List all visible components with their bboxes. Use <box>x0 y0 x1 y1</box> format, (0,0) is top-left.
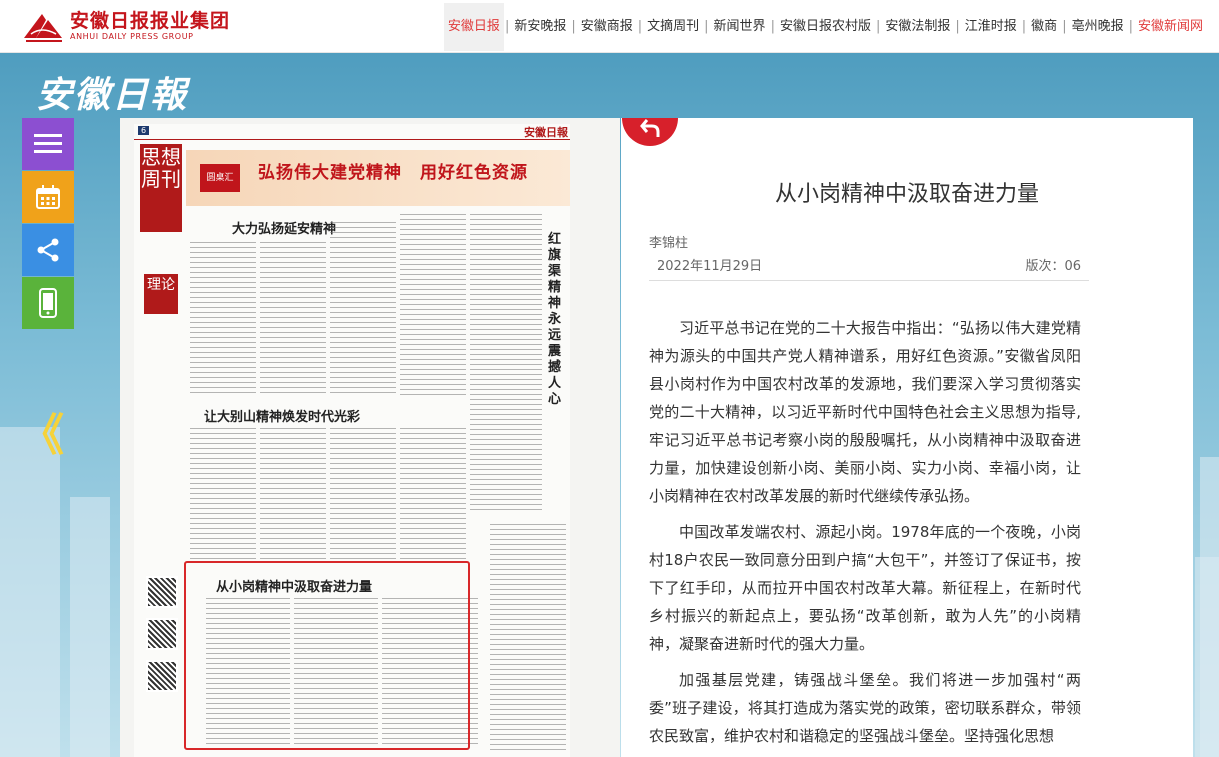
article-panel: 从小岗精神中汲取奋进力量 李锦柱 2022年11月29日 版次：06 习近平总书… <box>621 118 1193 757</box>
nav-digest-weekly[interactable]: 文摘周刊 <box>643 3 703 51</box>
newspaper-page[interactable]: 6 安徽日報 思想周刊 理论 圆桌汇 弘扬伟大建党精神 用好红色资源 大力弘扬延… <box>120 118 620 757</box>
menu-button[interactable] <box>22 118 74 170</box>
prev-page-arrow[interactable]: 《 <box>20 410 64 462</box>
back-button[interactable] <box>622 118 678 146</box>
group-logo-icon <box>22 8 64 44</box>
nav-anhui-business[interactable]: 安徽商报 <box>577 3 637 51</box>
article-paragraph: 习近平总书记在党的二十大报告中指出：“弘扬以伟大建党精神为源头的中国共产党人精神… <box>649 319 1081 505</box>
nav-xinan-evening[interactable]: 新安晚报 <box>510 3 570 51</box>
nav-jianghuai-times[interactable]: 江淮时报 <box>961 3 1021 51</box>
subsection-tag: 理论 <box>144 274 178 314</box>
article-body: 习近平总书记在党的二十大报告中指出：“弘扬以伟大建党精神为源头的中国共产党人精神… <box>649 314 1081 757</box>
page-paper-name: 安徽日報 <box>524 126 568 139</box>
banner-tag: 圆桌汇 <box>200 164 240 192</box>
qr-code-1 <box>146 576 178 608</box>
nav-legal-daily[interactable]: 安徽法制报 <box>881 3 954 51</box>
article-paragraph: 加强基层党建，铸强战斗堡垒。我们将进一步加强村“两委”班子建设，将其打造成为落实… <box>649 671 1081 745</box>
section-tag: 思想周刊 <box>140 144 182 232</box>
page-number: 6 <box>138 126 150 135</box>
article-title: 从小岗精神中汲取奋进力量 <box>774 182 1039 207</box>
group-logo[interactable]: 安徽日报报业集团 ANHUI DAILY PRESS GROUP <box>22 8 230 44</box>
share-icon <box>37 238 59 262</box>
mobile-icon <box>39 288 57 318</box>
mobile-button[interactable] <box>22 277 74 329</box>
article-paragraph: 中国改革发端农村、源起小岗。1978年底的一个夜晚，小岗村18户农民一致同意分田… <box>649 523 1081 653</box>
page-headline-3[interactable]: 红旗渠精神永远震撼人心 <box>548 232 564 408</box>
topic-banner: 圆桌汇 弘扬伟大建党精神 用好红色资源 <box>186 150 570 206</box>
article-edition: 版次：06 <box>1025 259 1081 274</box>
nav-rural-edition[interactable]: 安徽日报农村版 <box>776 3 875 51</box>
calendar-icon <box>36 185 60 209</box>
group-name-en: ANHUI DAILY PRESS GROUP <box>70 32 194 41</box>
banner-title: 弘扬伟大建党精神 用好红色资源 <box>258 163 528 183</box>
page-headline-2[interactable]: 让大别山精神焕发时代光彩 <box>204 406 360 425</box>
nav-bozhou-evening[interactable]: 亳州晚报 <box>1068 3 1128 51</box>
qr-code-3 <box>146 660 178 692</box>
nav-anhui-daily[interactable]: 安徽日报 <box>443 2 504 51</box>
group-name: 安徽日报报业集团 <box>70 10 231 32</box>
top-bar: 安徽日报报业集团 ANHUI DAILY PRESS GROUP 安徽日报 | 新… <box>0 0 1219 53</box>
calendar-button[interactable] <box>22 171 74 223</box>
meta-divider <box>649 280 1089 281</box>
page-headline-1[interactable]: 大力弘扬延安精神 <box>232 218 336 237</box>
nav-anhui-news-net[interactable]: 安徽新闻网 <box>1134 3 1207 51</box>
menu-icon <box>34 134 62 153</box>
nav-huishang[interactable]: 徽商 <box>1027 3 1061 51</box>
nav-news-world[interactable]: 新闻世界 <box>710 3 770 51</box>
paper-logo[interactable]: 安徽日報 <box>36 66 188 118</box>
paper-nav: 安徽日报 | 新安晚报 | 安徽商报 | 文摘周刊 | 新闻世界 | 安徽日报农村版 | 安… <box>443 0 1207 53</box>
article-author: 李锦柱 <box>649 236 689 251</box>
tool-strip <box>22 118 74 330</box>
qr-code-2 <box>146 618 178 650</box>
article-highlight-box[interactable] <box>184 561 470 750</box>
share-button[interactable] <box>22 224 74 276</box>
article-date: 2022年11月29日 <box>657 259 763 274</box>
back-arrow-icon <box>640 119 660 137</box>
page-header: 6 安徽日報 <box>134 124 570 140</box>
